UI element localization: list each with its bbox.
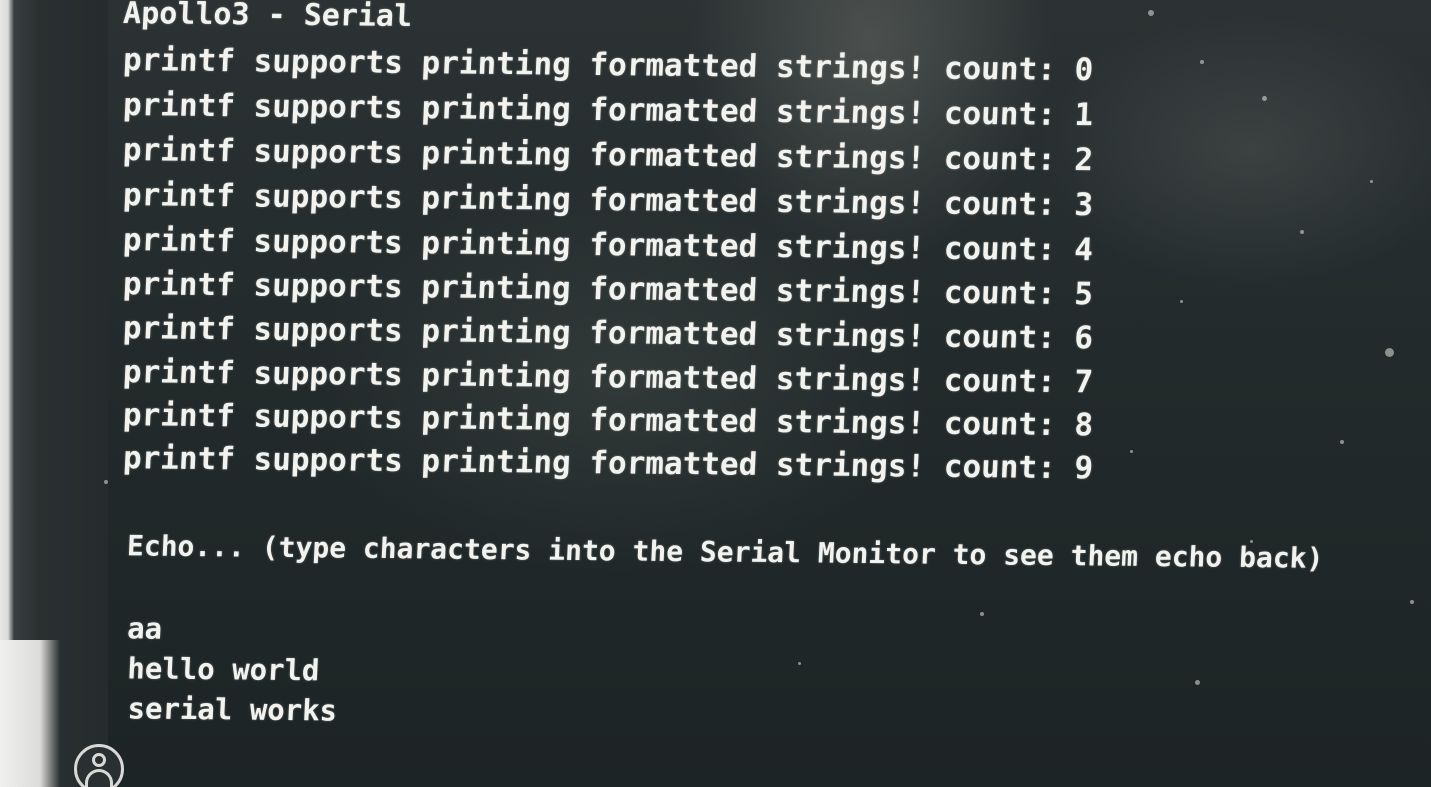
- output-line: printf supports printing formatted strin…: [122, 440, 1094, 487]
- output-line: printf supports printing formatted strin…: [122, 132, 1094, 179]
- echoed-line: serial works: [126, 691, 338, 728]
- avatar-head: [92, 753, 106, 767]
- user-avatar-icon[interactable]: [74, 744, 124, 787]
- dust-speck: [980, 612, 984, 616]
- dust-speck: [1385, 348, 1394, 357]
- avatar-body: [85, 769, 113, 787]
- dust-speck: [1250, 540, 1253, 543]
- dust-speck: [798, 662, 801, 665]
- output-line: printf supports printing formatted strin…: [122, 397, 1094, 444]
- serial-monitor-output: Apollo3 - Serial printf supports printin…: [89, 0, 1424, 787]
- output-line: printf supports printing formatted strin…: [122, 177, 1094, 224]
- dust-speck: [1262, 96, 1267, 101]
- echoed-line: aa: [126, 611, 163, 646]
- dust-speck: [1130, 450, 1133, 453]
- output-line: printf supports printing formatted strin…: [122, 87, 1094, 134]
- photo-of-screen: Apollo3 - Serial printf supports printin…: [0, 0, 1431, 787]
- dust-speck: [1300, 230, 1304, 234]
- dust-speck: [1370, 180, 1373, 183]
- dust-speck: [1410, 600, 1414, 604]
- dust-speck: [1195, 680, 1200, 685]
- dust-speck: [1340, 440, 1344, 444]
- echoed-line: hello world: [126, 651, 321, 688]
- monitor-bezel-corner: [0, 640, 60, 787]
- output-line: printf supports printing formatted strin…: [122, 222, 1094, 269]
- echo-prompt: Echo... (type characters into the Serial…: [126, 529, 1325, 575]
- dust-speck: [104, 480, 108, 484]
- dust-speck: [1180, 300, 1183, 303]
- window-title: Apollo3 - Serial: [122, 0, 413, 35]
- dust-speck: [1200, 60, 1204, 64]
- dust-speck: [1148, 10, 1154, 16]
- output-line: printf supports printing formatted strin…: [122, 310, 1094, 357]
- output-line: printf supports printing formatted strin…: [122, 266, 1094, 313]
- output-line: printf supports printing formatted strin…: [122, 354, 1094, 401]
- output-line: printf supports printing formatted strin…: [122, 42, 1095, 89]
